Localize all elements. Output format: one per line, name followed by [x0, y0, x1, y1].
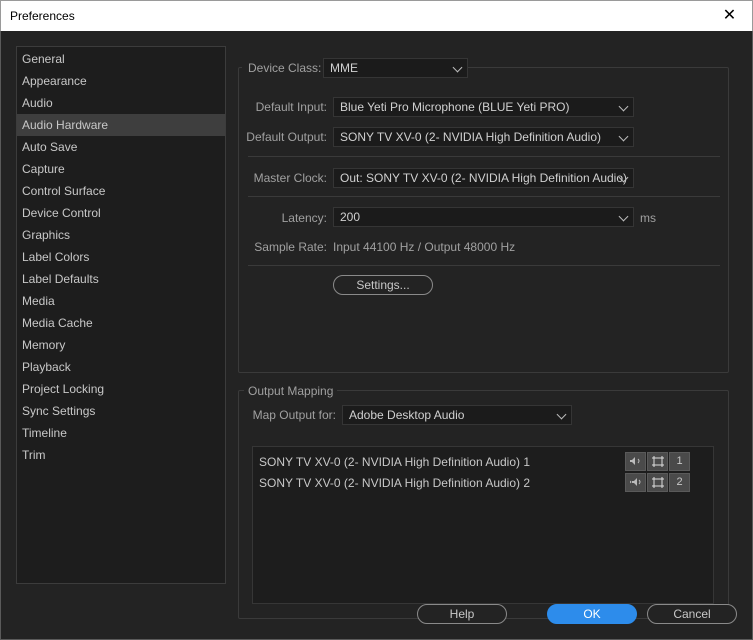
default-input-label: Default Input: [255, 100, 327, 114]
output-frame-icon[interactable] [647, 452, 668, 471]
device-class-label: Device Class: [242, 61, 325, 75]
divider [248, 265, 720, 266]
sidebar-item-control-surface[interactable]: Control Surface [17, 180, 225, 202]
master-clock-value: Out: SONY TV XV-0 (2- NVIDIA High Defini… [340, 171, 628, 185]
sidebar-item-appearance[interactable]: Appearance [17, 70, 225, 92]
chevron-down-icon [618, 101, 629, 112]
divider [248, 156, 720, 157]
sidebar-item-label-defaults[interactable]: Label Defaults [17, 268, 225, 290]
map-output-value: Adobe Desktop Audio [349, 408, 465, 422]
sidebar-item-auto-save[interactable]: Auto Save [17, 136, 225, 158]
help-button[interactable]: Help [417, 604, 507, 624]
latency-dropdown[interactable]: 200 [333, 207, 634, 227]
title-bar: Preferences ✕ [0, 0, 753, 31]
sidebar-item-capture[interactable]: Capture [17, 158, 225, 180]
latency-label: Latency: [281, 211, 327, 225]
window-title: Preferences [10, 9, 75, 23]
latency-value: 200 [340, 210, 361, 224]
close-icon[interactable]: ✕ [707, 1, 752, 31]
ok-button[interactable]: OK [547, 604, 637, 624]
output-row-label: SONY TV XV-0 (2- NVIDIA High Definition … [259, 455, 531, 469]
output-row-label: SONY TV XV-0 (2- NVIDIA High Definition … [259, 476, 531, 490]
sidebar-item-memory[interactable]: Memory [17, 334, 225, 356]
settings-button[interactable]: Settings... [333, 275, 433, 295]
output-mapping-legend: Output Mapping [244, 384, 338, 398]
speaker-left-icon[interactable] [625, 452, 646, 471]
chevron-down-icon [556, 409, 567, 420]
default-input-dropdown[interactable]: Blue Yeti Pro Microphone (BLUE Yeti PRO) [333, 97, 634, 117]
master-clock-dropdown[interactable]: Out: SONY TV XV-0 (2- NVIDIA High Defini… [333, 168, 634, 188]
sidebar-item-media[interactable]: Media [17, 290, 225, 312]
device-class-dropdown[interactable]: MME [323, 58, 468, 78]
sidebar-item-media-cache[interactable]: Media Cache [17, 312, 225, 334]
cancel-button[interactable]: Cancel [647, 604, 737, 624]
chevron-down-icon [618, 211, 629, 222]
speaker-right-icon[interactable] [625, 473, 646, 492]
sidebar-item-sync-settings[interactable]: Sync Settings [17, 400, 225, 422]
map-output-label: Map Output for: [252, 408, 336, 422]
sidebar-item-device-control[interactable]: Device Control [17, 202, 225, 224]
output-channel-list: SONY TV XV-0 (2- NVIDIA High Definition … [252, 446, 714, 604]
divider [248, 196, 720, 197]
chevron-down-icon [452, 62, 463, 73]
sidebar-item-audio-hardware[interactable]: Audio Hardware [17, 114, 225, 136]
sidebar-item-audio[interactable]: Audio [17, 92, 225, 114]
channel-number[interactable]: 2 [669, 473, 690, 492]
sidebar-item-trim[interactable]: Trim [17, 444, 225, 466]
channel-number[interactable]: 1 [669, 452, 690, 471]
sample-rate-label: Sample Rate: [254, 240, 327, 254]
chevron-down-icon [618, 131, 629, 142]
sidebar-item-timeline[interactable]: Timeline [17, 422, 225, 444]
sidebar-item-playback[interactable]: Playback [17, 356, 225, 378]
sidebar-item-graphics[interactable]: Graphics [17, 224, 225, 246]
category-list: General Appearance Audio Audio Hardware … [16, 46, 226, 584]
latency-unit: ms [640, 211, 656, 225]
default-output-label: Default Output: [246, 130, 327, 144]
output-frame-icon[interactable] [647, 473, 668, 492]
device-class-value: MME [330, 61, 358, 75]
sample-rate-value: Input 44100 Hz / Output 48000 Hz [333, 240, 516, 254]
default-output-value: SONY TV XV-0 (2- NVIDIA High Definition … [340, 130, 602, 144]
sidebar-item-general[interactable]: General [17, 48, 225, 70]
master-clock-label: Master Clock: [253, 171, 327, 185]
default-input-value: Blue Yeti Pro Microphone (BLUE Yeti PRO) [340, 100, 570, 114]
sidebar-item-label-colors[interactable]: Label Colors [17, 246, 225, 268]
default-output-dropdown[interactable]: SONY TV XV-0 (2- NVIDIA High Definition … [333, 127, 634, 147]
sidebar-item-project-locking[interactable]: Project Locking [17, 378, 225, 400]
map-output-dropdown[interactable]: Adobe Desktop Audio [342, 405, 572, 425]
